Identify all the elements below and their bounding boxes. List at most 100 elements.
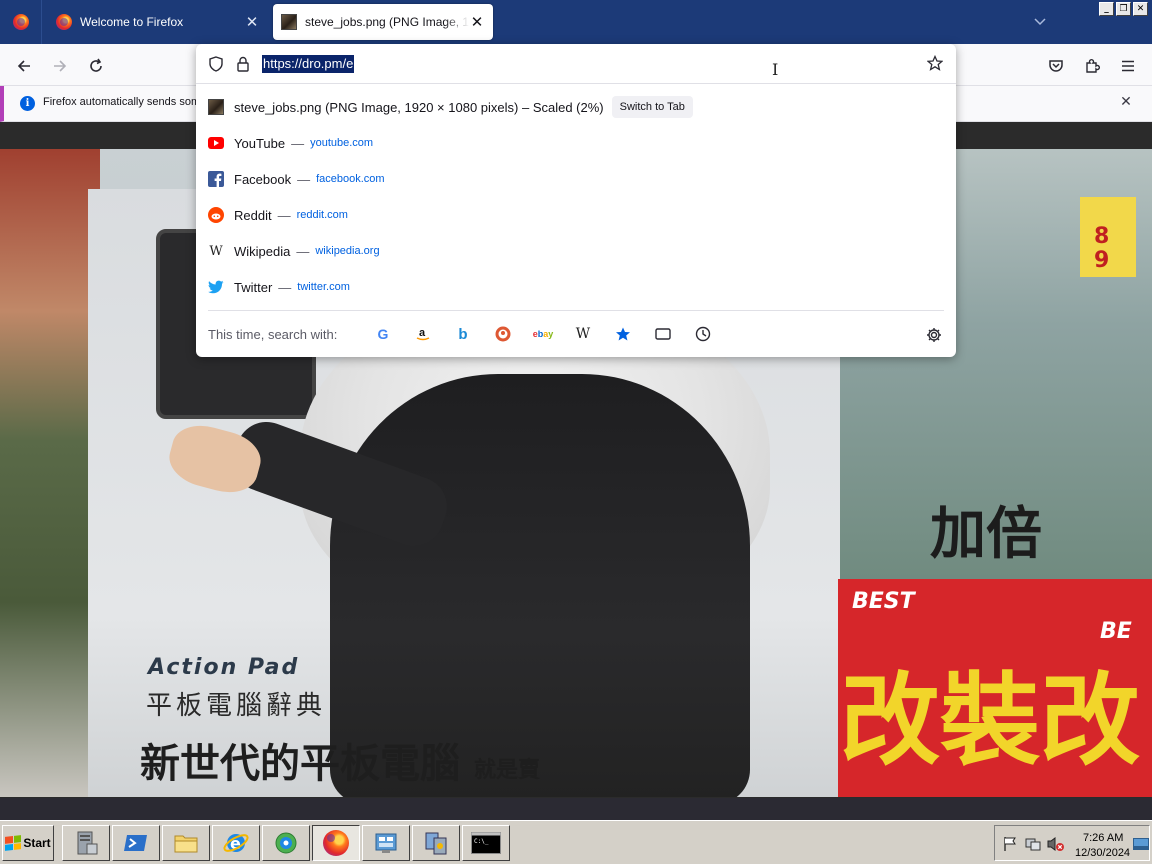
- wikipedia-icon: W: [575, 326, 591, 342]
- search-bookmarks-button[interactable]: [612, 323, 634, 345]
- lock-icon[interactable]: [236, 56, 250, 72]
- urlbar-input[interactable]: https://dro.pm/e I: [196, 44, 956, 84]
- bing-icon: b: [458, 325, 468, 343]
- result-url: facebook.com: [316, 173, 385, 185]
- start-label: Start: [23, 836, 51, 850]
- list-all-tabs-button[interactable]: [1030, 12, 1050, 32]
- text-cursor-icon: I: [772, 60, 779, 79]
- result-switch-to-tab[interactable]: steve_jobs.png (PNG Image, 1920 × 1080 p…: [196, 90, 956, 124]
- amazon-icon: a: [416, 327, 430, 341]
- search-tabs-button[interactable]: [652, 323, 674, 345]
- duckduckgo-search-button[interactable]: [492, 323, 514, 345]
- flag-notification-icon[interactable]: [1003, 836, 1017, 852]
- result-twitter[interactable]: Twitter — twitter.com: [196, 270, 956, 304]
- network-config-icon: [425, 832, 447, 855]
- photo-text-chinese-2-main: 新世代的平板電腦: [140, 741, 460, 787]
- close-window-button[interactable]: ✕: [1133, 2, 1148, 16]
- result-url: wikipedia.org: [315, 245, 380, 257]
- search-history-button[interactable]: [692, 323, 714, 345]
- system-tray: 7:26 AM 12/30/2024: [994, 825, 1150, 861]
- tab-strip: Welcome to Firefox ✕ steve_jobs.png (PNG…: [0, 0, 1152, 44]
- show-desktop-icon[interactable]: [1133, 838, 1149, 850]
- tab-steve-jobs[interactable]: steve_jobs.png (PNG Image, 1920 × 1080 p…: [273, 4, 493, 40]
- tabs-icon: [655, 328, 671, 340]
- arrow-left-icon: [17, 60, 30, 72]
- notification-text: Firefox automatically sends som: [43, 96, 201, 108]
- bookmark-star-icon[interactable]: [927, 55, 943, 71]
- folder-icon: [174, 835, 198, 853]
- firefox-icon: [12, 14, 29, 30]
- taskbar-network-config[interactable]: [412, 825, 460, 861]
- taskbar-internet-explorer[interactable]: e: [212, 825, 260, 861]
- result-reddit[interactable]: Reddit — reddit.com: [196, 198, 956, 232]
- result-title: YouTube: [234, 135, 286, 151]
- result-title: Facebook: [234, 171, 292, 187]
- google-search-button[interactable]: G: [372, 323, 394, 345]
- result-youtube[interactable]: YouTube — youtube.com: [196, 126, 956, 160]
- clock-date[interactable]: 12/30/2024: [1075, 847, 1130, 859]
- start-button[interactable]: Start: [2, 825, 54, 861]
- result-title: Reddit: [234, 207, 272, 223]
- taskbar-powershell[interactable]: [112, 825, 160, 861]
- taskbar-command-prompt[interactable]: C:\_: [462, 825, 510, 861]
- url-text[interactable]: https://dro.pm/e: [262, 55, 355, 73]
- amazon-search-button[interactable]: a: [412, 323, 434, 345]
- result-url: reddit.com: [296, 209, 348, 221]
- minimize-button[interactable]: _: [1099, 2, 1114, 16]
- back-button[interactable]: [10, 52, 38, 80]
- taskbar-control-panel[interactable]: [362, 825, 410, 861]
- tab-welcome[interactable]: Welcome to Firefox ✕: [48, 4, 268, 40]
- reddit-icon: [208, 207, 224, 223]
- close-tab-icon[interactable]: ✕: [244, 14, 260, 30]
- photo-text-chinese-2-small: 就是賣: [473, 758, 540, 783]
- server-manager-icon: [77, 831, 98, 855]
- tab-title: Welcome to Firefox: [80, 15, 184, 29]
- youtube-icon: [208, 137, 224, 149]
- globe-network-icon: [275, 832, 297, 854]
- svg-text:a: a: [419, 327, 426, 339]
- one-off-search-bar: This time, search with: G a b ebay W: [208, 310, 944, 357]
- separator: —: [296, 243, 310, 259]
- pocket-icon: [1049, 60, 1063, 72]
- wikipedia-search-button[interactable]: W: [572, 323, 594, 345]
- network-tray-icon[interactable]: [1025, 836, 1041, 852]
- close-notification-button[interactable]: ✕: [1118, 94, 1134, 110]
- result-url: twitter.com: [297, 281, 350, 293]
- taskbar-server-manager[interactable]: [62, 825, 110, 861]
- close-tab-icon[interactable]: ✕: [469, 14, 485, 30]
- firefox-view-button[interactable]: [0, 0, 42, 44]
- taskbar-explorer[interactable]: [162, 825, 210, 861]
- ebay-search-button[interactable]: ebay: [532, 323, 554, 345]
- photo-text-best: BEST: [852, 589, 915, 614]
- command-prompt-icon: C:\_: [471, 832, 501, 854]
- taskbar: Start e C:\_ 7:26 AM 12/30/2024: [0, 820, 1152, 864]
- search-settings-button[interactable]: [924, 325, 944, 345]
- image-thumbnail-icon: [281, 14, 297, 30]
- clock-time[interactable]: 7:26 AM: [1083, 832, 1123, 844]
- reload-button[interactable]: [82, 52, 110, 80]
- shield-icon[interactable]: [208, 56, 224, 72]
- app-menu-button[interactable]: [1114, 52, 1142, 80]
- arrow-right-icon: [54, 60, 67, 72]
- urlbar-dropdown: https://dro.pm/e I steve_jobs.png (PNG I…: [196, 44, 956, 357]
- pocket-button[interactable]: [1042, 52, 1070, 80]
- result-title: steve_jobs.png (PNG Image, 1920 × 1080 p…: [234, 99, 604, 115]
- bookmarks-icon: [616, 327, 630, 341]
- extensions-button[interactable]: [1078, 52, 1106, 80]
- google-icon: G: [377, 326, 389, 342]
- bing-search-button[interactable]: b: [452, 323, 474, 345]
- forward-button[interactable]: [46, 52, 74, 80]
- tab-title: steve_jobs.png (PNG Image, 1920 × 1080 p…: [305, 15, 469, 29]
- separator: —: [291, 135, 305, 151]
- taskbar-network[interactable]: [262, 825, 310, 861]
- firefox-icon: [56, 14, 72, 30]
- taskbar-firefox[interactable]: [312, 825, 360, 861]
- one-off-label: This time, search with:: [208, 327, 338, 342]
- result-wikipedia[interactable]: W Wikipedia — wikipedia.org: [196, 234, 956, 268]
- volume-muted-icon[interactable]: [1047, 836, 1065, 852]
- result-facebook[interactable]: Facebook — facebook.com: [196, 162, 956, 196]
- hamburger-menu-icon: [1122, 60, 1134, 72]
- restore-button[interactable]: ❐: [1116, 2, 1131, 16]
- photo-text-chinese-1: 平板電腦辭典: [146, 691, 327, 721]
- switch-to-tab-button[interactable]: Switch to Tab: [611, 96, 693, 118]
